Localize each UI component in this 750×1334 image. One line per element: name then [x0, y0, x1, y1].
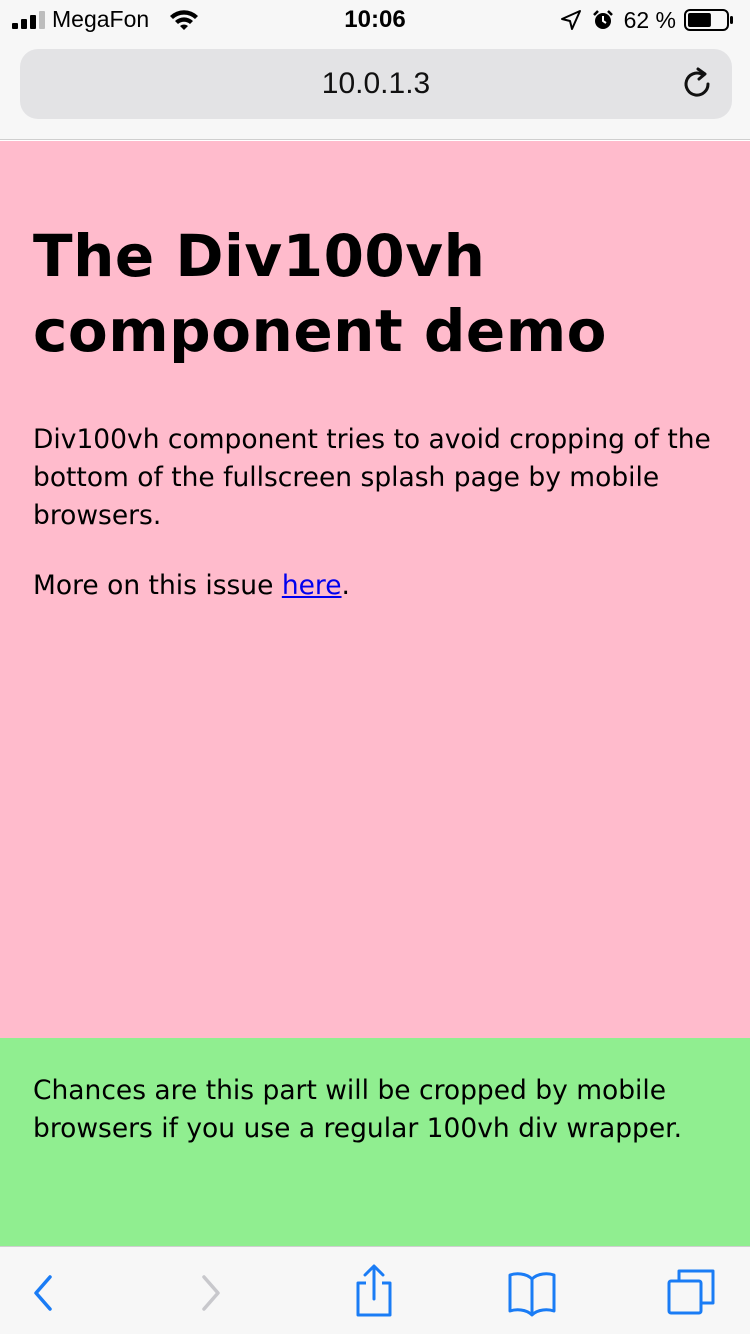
alarm-clock-icon — [592, 10, 613, 29]
wifi-icon — [170, 10, 198, 30]
more-info-suffix: . — [341, 570, 350, 601]
here-link[interactable]: here — [282, 570, 342, 601]
page-title: The Div100vh component demo — [33, 222, 608, 365]
back-icon[interactable] — [18, 1269, 70, 1317]
more-info-paragraph: More on this issue here. — [33, 567, 718, 605]
intro-paragraph: Div100vh component tries to avoid croppi… — [33, 424, 711, 531]
bookmarks-icon[interactable] — [506, 1269, 558, 1317]
more-info-prefix: More on this issue — [33, 570, 282, 601]
share-icon[interactable] — [348, 1263, 400, 1319]
reload-icon[interactable] — [678, 65, 716, 103]
location-arrow-icon — [560, 10, 581, 30]
tabs-icon[interactable] — [665, 1269, 717, 1317]
signal-strength-icon — [12, 11, 45, 29]
battery-percentage: 62 % — [623, 6, 676, 33]
status-right-group: 62 % — [560, 6, 734, 34]
browser-address-area: 10.0.1.3 — [0, 40, 750, 140]
forward-icon[interactable] — [184, 1269, 236, 1317]
bottom-section: Chances are this part will be cropped by… — [0, 1038, 750, 1246]
bottom-paragraph: Chances are this part will be cropped by… — [33, 1075, 683, 1144]
url-text: 10.0.1.3 — [321, 67, 431, 100]
hero-section: The Div100vh component demo Div100vh com… — [0, 141, 750, 1038]
carrier-name: MegaFon — [52, 6, 150, 32]
browser-toolbar — [0, 1246, 750, 1334]
address-bar[interactable]: 10.0.1.3 — [20, 49, 732, 119]
status-bar: MegaFon 10:06 62 % — [0, 0, 750, 40]
battery-icon — [684, 9, 733, 31]
